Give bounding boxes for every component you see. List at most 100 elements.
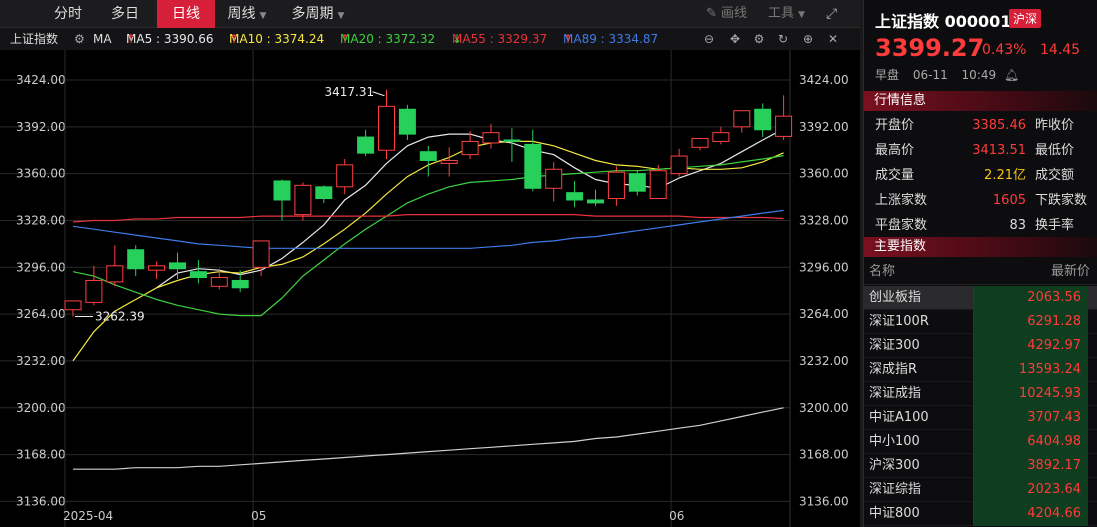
candle-body[interactable] <box>461 140 479 156</box>
settings-icon[interactable]: ⚙ <box>752 32 766 46</box>
session-line: 早盘 06-11 10:49 🔔︎ <box>875 66 1019 83</box>
candle-body[interactable] <box>231 279 249 289</box>
move-icon[interactable]: ✥ <box>728 32 742 46</box>
candle-body[interactable] <box>440 159 458 164</box>
candle-body[interactable] <box>419 151 437 161</box>
candle-body[interactable] <box>169 262 186 270</box>
info-value: 3413.51 <box>972 143 1026 158</box>
candle-body[interactable] <box>545 168 563 189</box>
index-row[interactable]: 创业板指 2063.56 <box>864 286 1097 310</box>
y-tick-label-left: 3360.00 <box>16 167 66 181</box>
info-value: 1605 <box>992 193 1026 208</box>
zoom-in-icon[interactable]: ⊕ <box>801 32 815 46</box>
index-row[interactable]: 中证A100 3707.43 <box>864 406 1097 430</box>
tab-multi-period[interactable]: 多周期 ▼ <box>282 0 354 28</box>
candle-body[interactable] <box>566 192 584 201</box>
candle-body[interactable] <box>148 265 166 271</box>
candle-body[interactable] <box>336 164 354 188</box>
index-row[interactable]: 深证300 4292.97 <box>864 334 1097 358</box>
y-tick-label-right: 3424.00 <box>799 73 849 87</box>
candle-body[interactable] <box>357 136 375 154</box>
candle-body[interactable] <box>628 173 646 192</box>
candle-body[interactable] <box>315 186 333 200</box>
draw-line-button[interactable]: ✎ 画线 <box>706 0 747 28</box>
ma-label[interactable]: MA <box>93 28 112 50</box>
candle-body[interactable] <box>189 271 207 279</box>
ma-text: MA20 : 3372.32 <box>340 32 436 46</box>
gear-icon[interactable]: ⚙ <box>74 28 85 50</box>
index-name: 中证800 <box>869 506 920 521</box>
quote-title: 上证指数 000001 <box>875 12 1012 31</box>
candle-body[interactable] <box>482 132 500 144</box>
candle-body[interactable] <box>712 132 730 142</box>
kline-chart[interactable]: 3424.00 3424.00 3392.00 3392.00 3360.00 3360.… <box>0 50 860 527</box>
index-row[interactable]: 深证100R 6291.28 <box>864 310 1097 334</box>
candle-body[interactable] <box>587 199 604 204</box>
tab-daily[interactable]: 日线 <box>157 0 215 28</box>
candle-body[interactable] <box>127 249 145 270</box>
tab-multi-day[interactable]: 多日 <box>101 0 149 28</box>
candle-body[interactable] <box>649 170 667 200</box>
close-icon[interactable]: ✕ <box>826 32 840 46</box>
market-info-heading: 行情信息 <box>864 91 1097 111</box>
candle-body[interactable] <box>607 171 625 200</box>
collapse-icon[interactable]: ⊖ <box>702 32 716 46</box>
info-label-2: 换手率 <box>1035 218 1075 233</box>
column-price: 最新价 <box>1050 264 1090 279</box>
candle-body[interactable] <box>524 143 542 189</box>
index-price: 2023.64 <box>974 478 1088 502</box>
candle-body[interactable] <box>85 279 103 303</box>
candle-body[interactable] <box>503 139 521 142</box>
index-name: 深证300 <box>869 338 920 353</box>
candle-body[interactable] <box>398 108 416 135</box>
ma-line-ma250 <box>73 407 784 470</box>
info-label-2: 下跌家数 <box>1035 193 1088 208</box>
index-row[interactable]: 中证800 4204.66 <box>864 502 1097 526</box>
candle-body[interactable] <box>733 110 751 128</box>
index-row[interactable]: 深证综指 2023.64 <box>864 478 1097 502</box>
toolbox-label: 工具 <box>768 6 795 21</box>
y-tick-label-right: 3200.00 <box>799 401 849 415</box>
session-label: 早盘 <box>875 68 900 82</box>
toolbox-button[interactable]: 工具 ▼ <box>768 0 805 28</box>
index-row[interactable]: 中小100 6404.98 <box>864 430 1097 454</box>
index-name: 中证A100 <box>869 410 929 425</box>
ma-text: MA5 : 3390.66 <box>126 32 214 46</box>
market-info-row: 成交量 2.21亿 成交额 <box>864 163 1097 188</box>
info-label-2: 成交额 <box>1035 168 1075 183</box>
period-tabs-bar: 分时 多日 日线 周线 ▼ 多周期 ▼ ✎ 画线 工具 ▼ ⤢ <box>0 0 860 28</box>
candle-body[interactable] <box>273 180 291 201</box>
index-row[interactable]: 深成指R 13593.24 <box>864 358 1097 382</box>
candle-body[interactable] <box>378 105 395 151</box>
column-name: 名称 <box>869 264 896 279</box>
candle-body[interactable] <box>252 240 270 268</box>
candle-body[interactable] <box>691 138 709 148</box>
candle-body[interactable] <box>294 184 312 216</box>
y-tick-label-left: 3392.00 <box>16 120 66 134</box>
arrow-up-icon: ↑ <box>340 32 351 46</box>
index-name: 沪深300 <box>869 458 920 473</box>
market-badge: 沪深 <box>1009 9 1042 28</box>
y-tick-label-left: 3200.00 <box>16 401 66 415</box>
market-info-row: 开盘价 3385.46 昨收价 <box>864 113 1097 138</box>
index-name: 中小100 <box>869 434 920 449</box>
candle-body[interactable] <box>210 277 228 287</box>
y-tick-label-right: 3168.00 <box>799 448 849 462</box>
tab-intraday[interactable]: 分时 <box>44 0 92 28</box>
market-info-row: 平盘家数 83 换手率 <box>864 213 1097 238</box>
candle-body[interactable] <box>64 300 82 311</box>
arrow-up-icon: ↑ <box>126 32 137 46</box>
market-info-row: 最高价 3413.51 最低价 <box>864 138 1097 163</box>
tab-weekly[interactable]: 周线 ▼ <box>218 0 276 28</box>
candle-body[interactable] <box>670 155 688 175</box>
index-row[interactable]: 沪深300 3892.17 <box>864 454 1097 478</box>
candle-body[interactable] <box>754 108 772 131</box>
fullscreen-icon[interactable]: ⤢ <box>826 0 837 28</box>
index-row[interactable]: 深证成指 10245.93 <box>864 382 1097 406</box>
refresh-icon[interactable]: ↻ <box>776 32 790 46</box>
candle-body[interactable] <box>775 115 793 137</box>
y-tick-label-right: 3328.00 <box>799 213 849 227</box>
bell-icon[interactable]: 🔔︎ <box>1004 68 1019 82</box>
y-tick-label-left: 3296.00 <box>16 260 66 274</box>
candle-body[interactable] <box>106 265 124 283</box>
